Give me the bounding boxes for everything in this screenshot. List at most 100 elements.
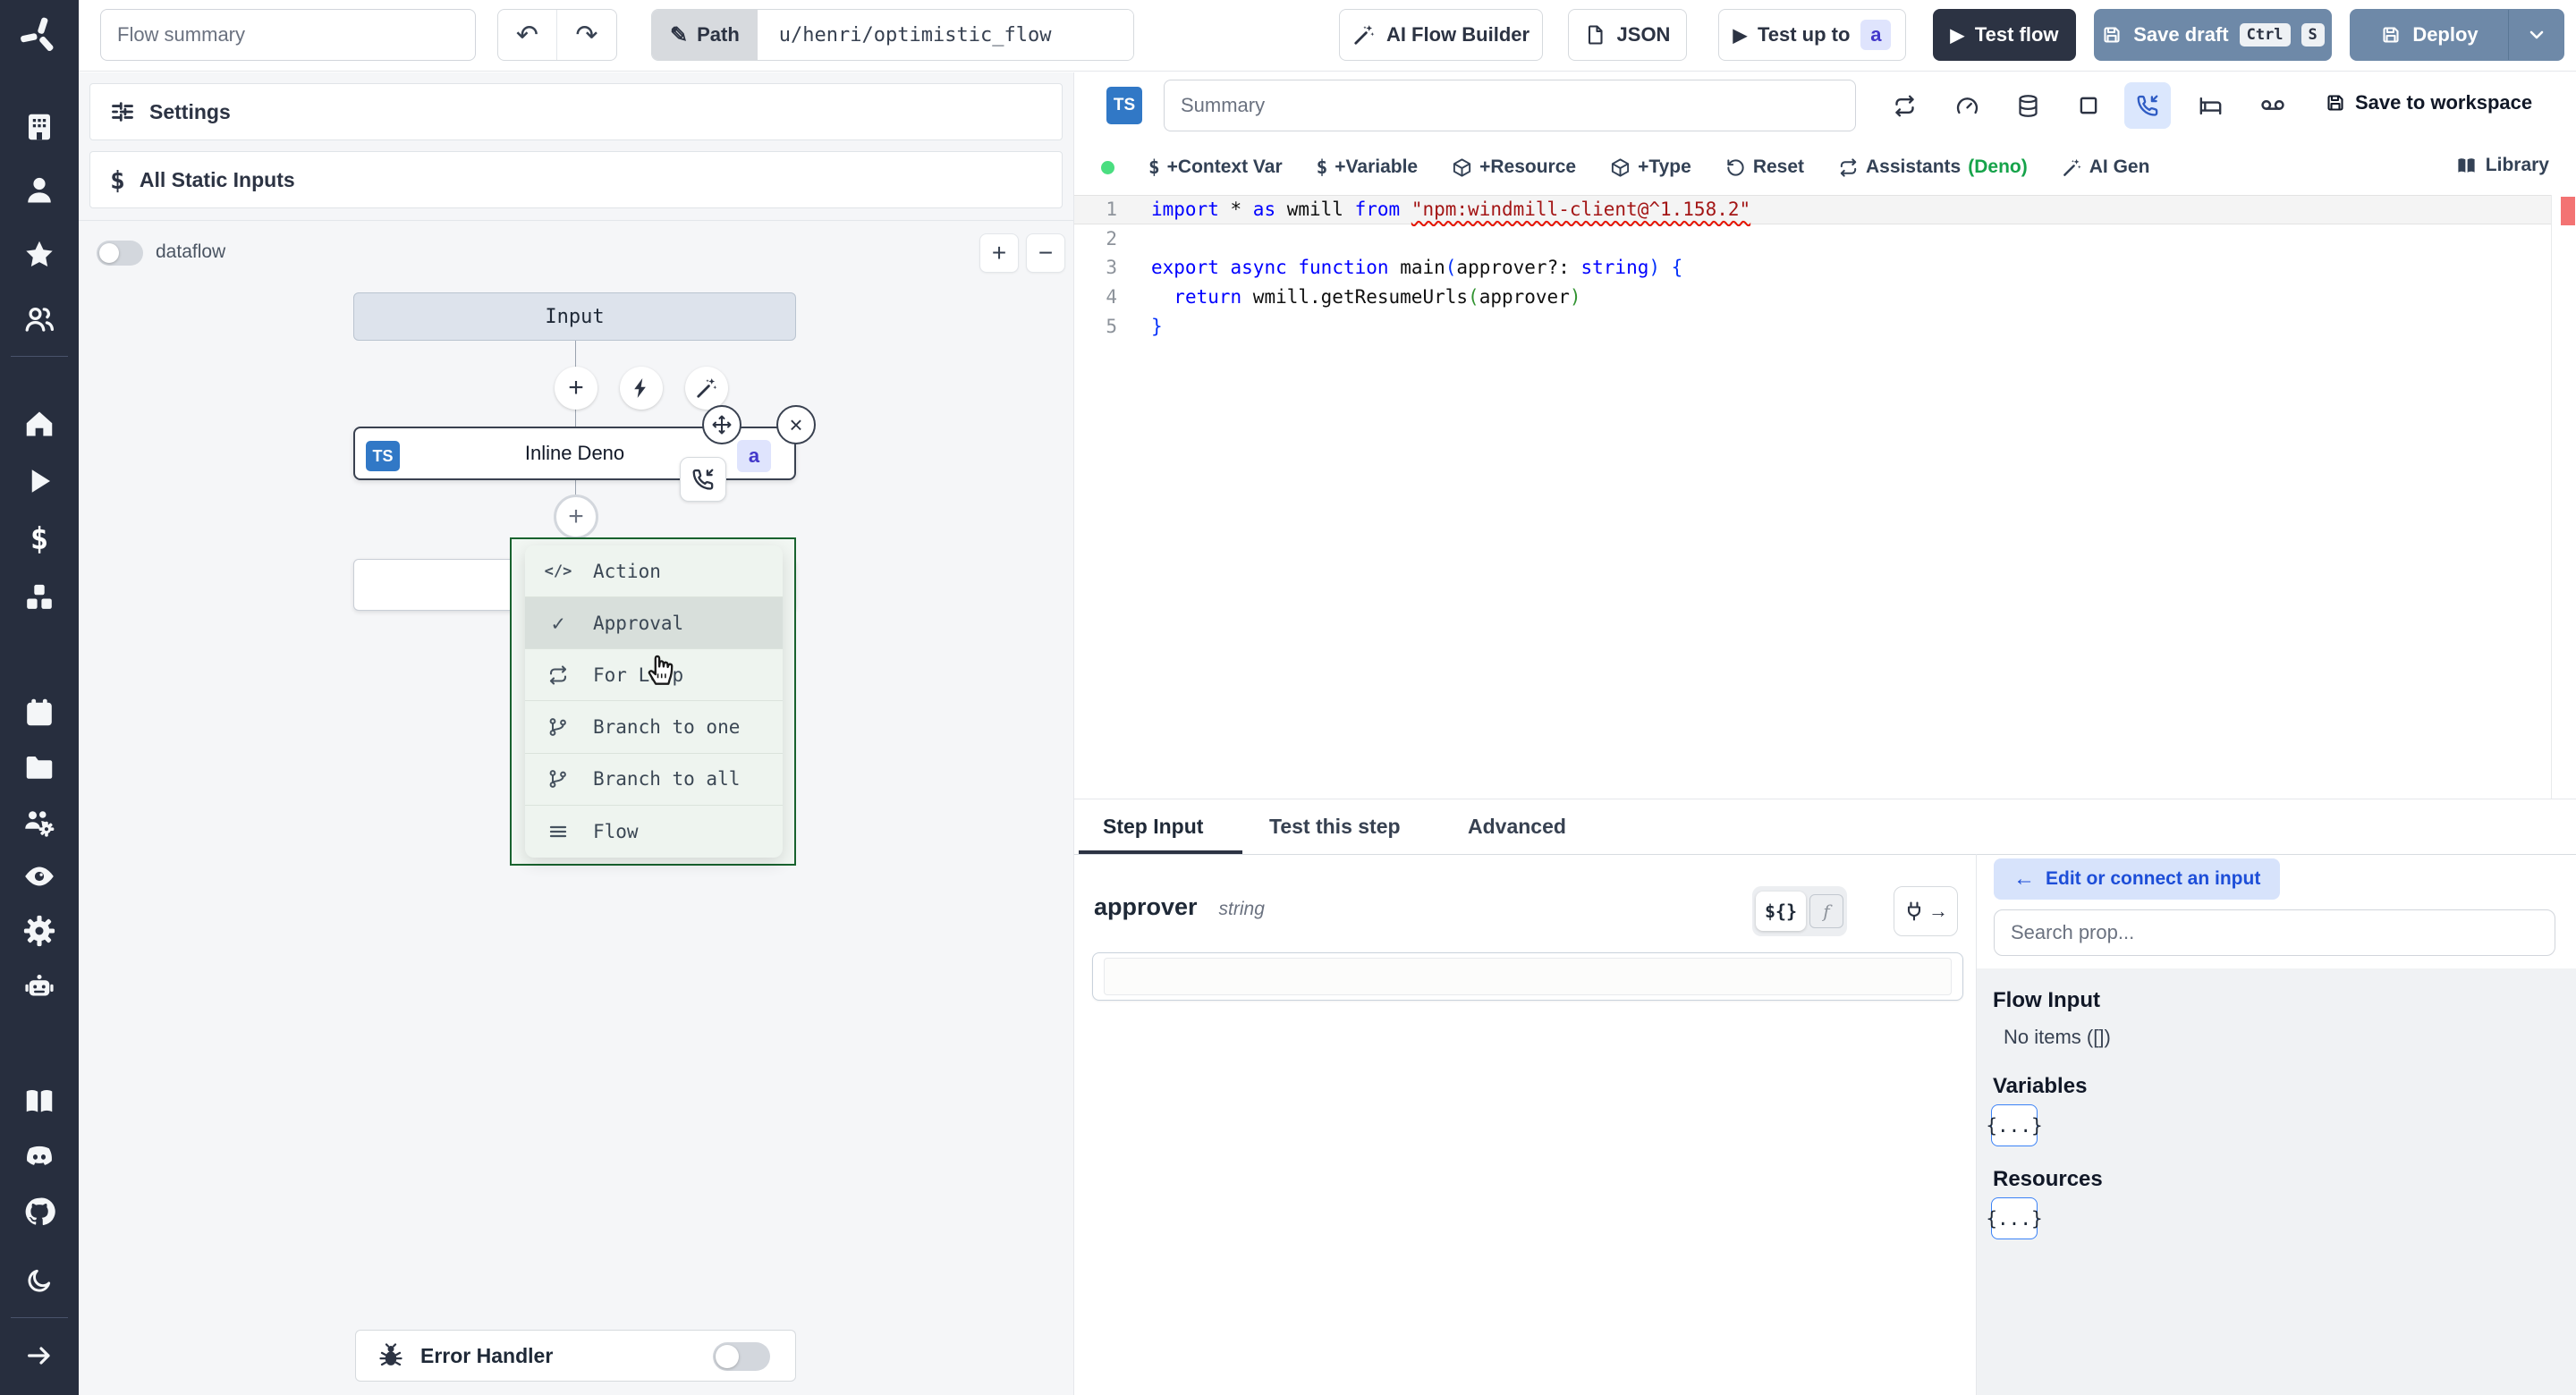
- add-variable-button[interactable]: $ +Variable: [1317, 156, 1418, 178]
- json-button[interactable]: JSON: [1568, 9, 1687, 61]
- search-prop-input[interactable]: [1994, 909, 2555, 956]
- resources-title: Resources: [1993, 1167, 2103, 1191]
- cache-button[interactable]: [2008, 82, 2047, 129]
- workers-icon[interactable]: [23, 807, 55, 839]
- insert-step-below-button[interactable]: +: [554, 495, 598, 539]
- suspend-approval-button[interactable]: [2124, 82, 2171, 129]
- add-type-button[interactable]: +Type: [1610, 156, 1691, 178]
- deploy-button[interactable]: Deploy: [2351, 23, 2508, 46]
- resources-cubes-icon[interactable]: [23, 581, 55, 613]
- workspace-building-icon[interactable]: [23, 111, 55, 143]
- library-button[interactable]: Library: [2456, 155, 2549, 176]
- path-edit-button[interactable]: ✎ Path: [652, 10, 758, 60]
- menu-item-label: Branch to all: [593, 768, 741, 790]
- dark-mode-moon-icon[interactable]: [25, 1266, 54, 1295]
- error-handler-toggle[interactable]: [713, 1342, 770, 1371]
- plus-icon: +: [568, 373, 584, 402]
- sleep-button[interactable]: [2190, 82, 2230, 129]
- expand-arrow-icon[interactable]: [25, 1341, 54, 1370]
- favorites-star-icon[interactable]: [23, 239, 55, 271]
- edit-or-connect-label: Edit or connect an input: [2046, 868, 2261, 889]
- menu-item-action[interactable]: </> Action: [525, 545, 783, 598]
- trigger-bolt-button[interactable]: [620, 367, 663, 410]
- step-summary-input[interactable]: [1164, 80, 1856, 131]
- undo-button[interactable]: ↶: [498, 10, 557, 60]
- github-icon[interactable]: [23, 1196, 55, 1228]
- add-resource-button[interactable]: +Resource: [1452, 156, 1576, 178]
- early-stop-button[interactable]: [2069, 82, 2108, 129]
- resources-expand-chip[interactable]: {...}: [1986, 1197, 2043, 1239]
- bed-icon: [2199, 94, 2223, 118]
- code-text: }: [1151, 315, 1163, 337]
- approver-value-input[interactable]: [1104, 958, 1952, 995]
- move-step-button[interactable]: [702, 405, 741, 444]
- menu-item-branch-to-all[interactable]: Branch to all: [525, 754, 783, 806]
- folders-icon[interactable]: [23, 751, 55, 783]
- code-editor[interactable]: 1 import * as wmill from "npm:windmill-cl…: [1074, 195, 2551, 799]
- suspend-step-badge[interactable]: [680, 457, 726, 502]
- zoom-in-button[interactable]: +: [979, 233, 1019, 273]
- settings-gear-icon[interactable]: [23, 915, 55, 947]
- concurrency-button[interactable]: [1947, 82, 1987, 129]
- error-handler-node[interactable]: Error Handler: [355, 1330, 796, 1382]
- menu-item-branch-to-one[interactable]: Branch to one: [525, 701, 783, 754]
- code-line-2: 2: [1074, 224, 2551, 254]
- tab-step-input[interactable]: Step Input: [1103, 799, 1203, 854]
- input-node[interactable]: Input: [353, 292, 796, 341]
- save-draft-button[interactable]: Save draft Ctrl S: [2094, 9, 2332, 61]
- add-context-var-button[interactable]: $ +Context Var: [1148, 156, 1283, 178]
- variables-expand-chip[interactable]: {...}: [1986, 1104, 2043, 1146]
- javascript-mode-button[interactable]: f: [1809, 894, 1843, 928]
- tab-advanced[interactable]: Advanced: [1468, 799, 1566, 854]
- mock-button[interactable]: [2253, 82, 2292, 129]
- settings-row[interactable]: Settings: [89, 83, 1063, 140]
- ai-suggest-button[interactable]: [685, 367, 728, 410]
- zoom-out-button[interactable]: −: [1026, 233, 1065, 273]
- test-up-to-button[interactable]: ▶ Test up to a: [1718, 9, 1906, 61]
- repeat-icon: [547, 664, 570, 687]
- reset-button[interactable]: Reset: [1725, 156, 1804, 178]
- groups-icon[interactable]: [23, 303, 55, 335]
- play-icon: ▶: [1733, 25, 1747, 46]
- delete-step-button[interactable]: ×: [776, 405, 816, 444]
- package-icon: [1610, 157, 1631, 178]
- windmill-logo-icon[interactable]: [20, 16, 59, 55]
- ai-flow-builder-button[interactable]: AI Flow Builder: [1339, 9, 1543, 61]
- all-static-inputs-row[interactable]: $ All Static Inputs: [89, 151, 1063, 208]
- ai-robot-icon[interactable]: [23, 970, 55, 1002]
- insert-step-button[interactable]: +: [555, 367, 597, 410]
- insert-step-menu: </> Action ✓ Approval For Loop Branch to one B…: [525, 545, 783, 858]
- docs-book-icon[interactable]: [23, 1086, 55, 1118]
- save-to-workspace-label: Save to workspace: [2355, 91, 2533, 114]
- audit-eye-icon[interactable]: [23, 860, 55, 892]
- ai-flow-builder-label: AI Flow Builder: [1385, 23, 1530, 46]
- deploy-dropdown-button[interactable]: [2508, 10, 2563, 60]
- save-to-workspace-button[interactable]: Save to workspace: [2325, 91, 2532, 114]
- static-mode-button[interactable]: ${}: [1756, 892, 1806, 931]
- home-icon[interactable]: [23, 408, 55, 440]
- ai-gen-button[interactable]: AI Gen: [2062, 156, 2149, 178]
- connect-input-button[interactable]: →: [1894, 886, 1958, 936]
- flow-summary-input[interactable]: [100, 9, 476, 61]
- tab-test-this-step[interactable]: Test this step: [1269, 799, 1401, 854]
- save-icon: [2380, 24, 2402, 46]
- variables-dollar-icon[interactable]: $: [0, 521, 79, 557]
- plus-icon: +: [568, 502, 584, 531]
- retries-button[interactable]: [1885, 82, 1924, 129]
- magic-wand-icon: [2062, 157, 2082, 178]
- menu-item-flow[interactable]: Flow: [525, 806, 783, 858]
- assistants-button[interactable]: Assistants (Deno): [1838, 156, 2028, 178]
- code-text: import * as wmill from "npm:windmill-cli…: [1151, 199, 1751, 221]
- discord-icon[interactable]: [23, 1140, 55, 1172]
- hand-cursor: [642, 647, 683, 688]
- schedules-calendar-icon[interactable]: [23, 697, 55, 729]
- runs-play-icon[interactable]: [23, 465, 55, 497]
- test-flow-button[interactable]: ▶ Test flow: [1933, 9, 2076, 61]
- edit-or-connect-button[interactable]: ← Edit or connect an input: [1994, 858, 2281, 900]
- user-icon[interactable]: [23, 174, 55, 207]
- dataflow-toggle[interactable]: [97, 241, 143, 266]
- tab-label: Test this step: [1269, 814, 1401, 838]
- test-up-to-label: Test up to: [1757, 23, 1851, 46]
- redo-button[interactable]: ↷: [557, 10, 616, 60]
- menu-item-approval[interactable]: ✓ Approval: [525, 597, 783, 650]
